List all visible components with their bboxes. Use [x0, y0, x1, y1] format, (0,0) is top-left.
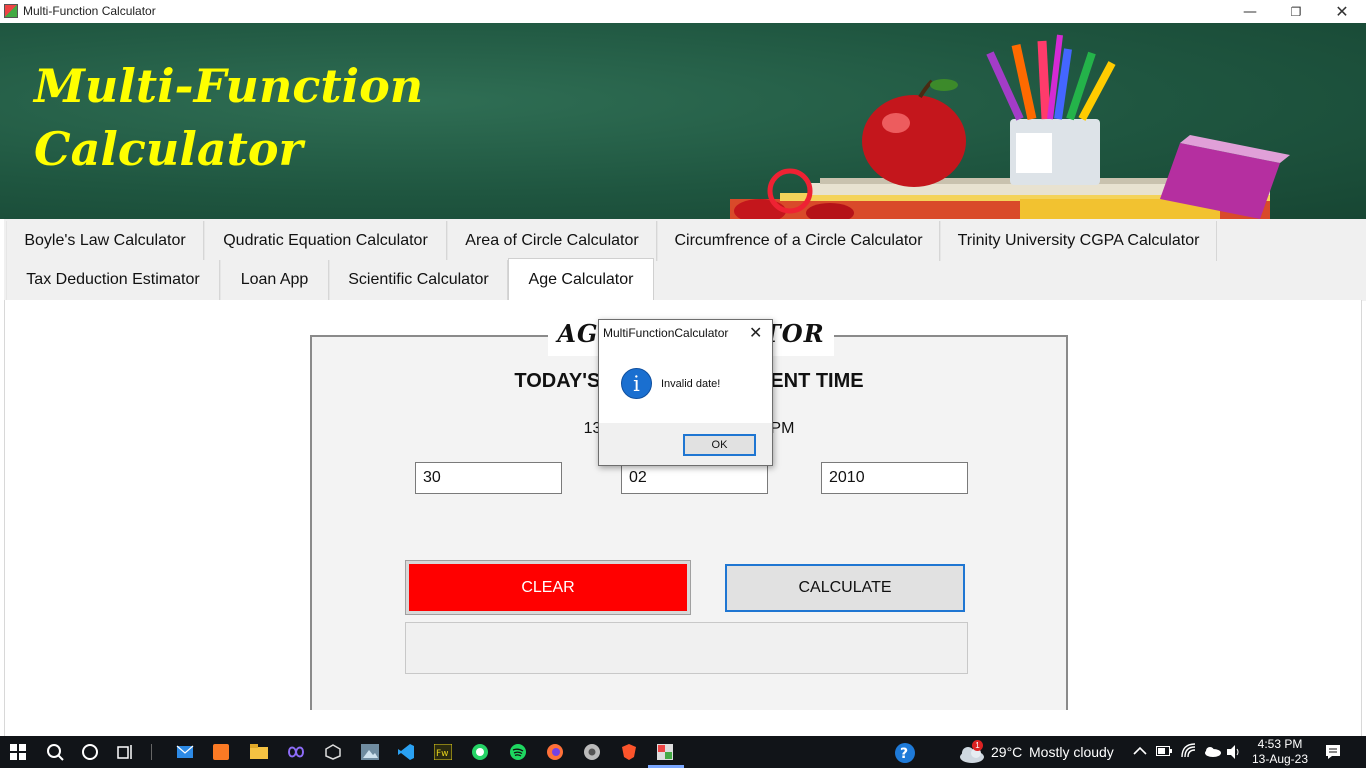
banner-title-line2: Calculator [34, 122, 303, 176]
banner-title: Multi-Function Calculator [34, 55, 423, 181]
vscode-icon[interactable] [397, 743, 415, 761]
clear-button[interactable]: CLEAR [405, 560, 691, 615]
weather-description[interactable]: Mostly cloudy [1029, 744, 1114, 760]
firefox-icon[interactable] [546, 743, 564, 761]
xampp-icon[interactable] [213, 744, 229, 760]
calculator-app-icon[interactable] [657, 744, 673, 760]
svg-text:?: ? [900, 746, 908, 762]
tab-boyles-law[interactable]: Boyle's Law Calculator [6, 221, 204, 261]
chrome-icon[interactable] [583, 743, 601, 761]
whatsapp-icon[interactable] [471, 743, 489, 761]
volume-icon[interactable] [1226, 744, 1242, 760]
notifications-icon[interactable] [1325, 744, 1341, 760]
mail-icon[interactable] [176, 744, 194, 760]
tab-cgpa[interactable]: Trinity University CGPA Calculator [940, 221, 1217, 261]
svg-text:Fw: Fw [436, 749, 449, 759]
clock-date: 13-Aug-23 [1251, 752, 1309, 766]
dialog-title: MultiFunctionCalculator [603, 326, 729, 340]
window-titlebar: Multi-Function Calculator — ❐ ✕ [0, 0, 1366, 23]
tab-age-calculator[interactable]: Age Calculator [508, 258, 654, 301]
tab-circumference[interactable]: Circumfrence of a Circle Calculator [657, 221, 940, 261]
search-icon[interactable] [46, 743, 64, 761]
onedrive-icon[interactable] [1203, 745, 1221, 757]
task-view-icon[interactable] [117, 744, 135, 760]
month-input[interactable] [621, 462, 768, 494]
school-supplies-illustration [730, 34, 1290, 219]
tab-tax-deduction[interactable]: Tax Deduction Estimator [6, 260, 220, 300]
close-window-button[interactable]: ✕ [1319, 0, 1365, 23]
windows-start-icon[interactable] [10, 744, 26, 760]
banner-title-line1: Multi-Function [34, 59, 424, 113]
tab-loan-app[interactable]: Loan App [220, 260, 329, 300]
window-title: Multi-Function Calculator [23, 4, 156, 18]
clock-time: 4:53 PM [1257, 737, 1303, 751]
tab-scientific[interactable]: Scientific Calculator [329, 260, 508, 300]
infinity-app-icon[interactable] [286, 745, 306, 759]
weather-temperature[interactable]: 29°C [991, 744, 1022, 760]
package-icon[interactable] [325, 744, 341, 760]
result-output [405, 622, 968, 674]
help-icon[interactable]: ? [894, 742, 916, 764]
year-input[interactable] [821, 462, 968, 494]
battery-icon[interactable] [1156, 746, 1172, 756]
tab-quadratic-equation[interactable]: Qudratic Equation Calculator [204, 221, 447, 261]
dialog-ok-button[interactable]: OK [683, 434, 756, 456]
fireworks-icon[interactable]: Fw [434, 744, 452, 760]
photos-icon[interactable] [361, 744, 379, 760]
info-icon: i [621, 368, 652, 399]
minimize-button[interactable]: — [1227, 0, 1273, 23]
file-explorer-icon[interactable] [250, 744, 268, 759]
app-icon [4, 4, 18, 18]
chevron-up-icon[interactable] [1133, 746, 1147, 756]
weather-badge: 1 [972, 740, 983, 751]
dialog-message: Invalid date! [661, 378, 721, 390]
day-input[interactable] [415, 462, 562, 494]
taskbar: Fw ? 1 29°C Mostly cloudy 4:53 PM 13-Aug… [0, 736, 1366, 768]
taskbar-clock[interactable]: 4:53 PM 13-Aug-23 [1244, 737, 1316, 767]
header-banner: Multi-Function Calculator [0, 23, 1366, 219]
brave-icon[interactable] [620, 743, 638, 761]
restore-button[interactable]: ❐ [1273, 0, 1319, 23]
spotify-icon[interactable] [509, 743, 527, 761]
dialog-close-icon[interactable]: ✕ [749, 323, 762, 342]
cortana-icon[interactable] [81, 743, 99, 761]
tab-area-of-circle[interactable]: Area of Circle Calculator [447, 221, 657, 261]
message-dialog: MultiFunctionCalculator ✕ i Invalid date… [598, 319, 773, 466]
wifi-icon[interactable] [1181, 743, 1197, 759]
calculate-button[interactable]: CALCULATE [725, 564, 965, 612]
